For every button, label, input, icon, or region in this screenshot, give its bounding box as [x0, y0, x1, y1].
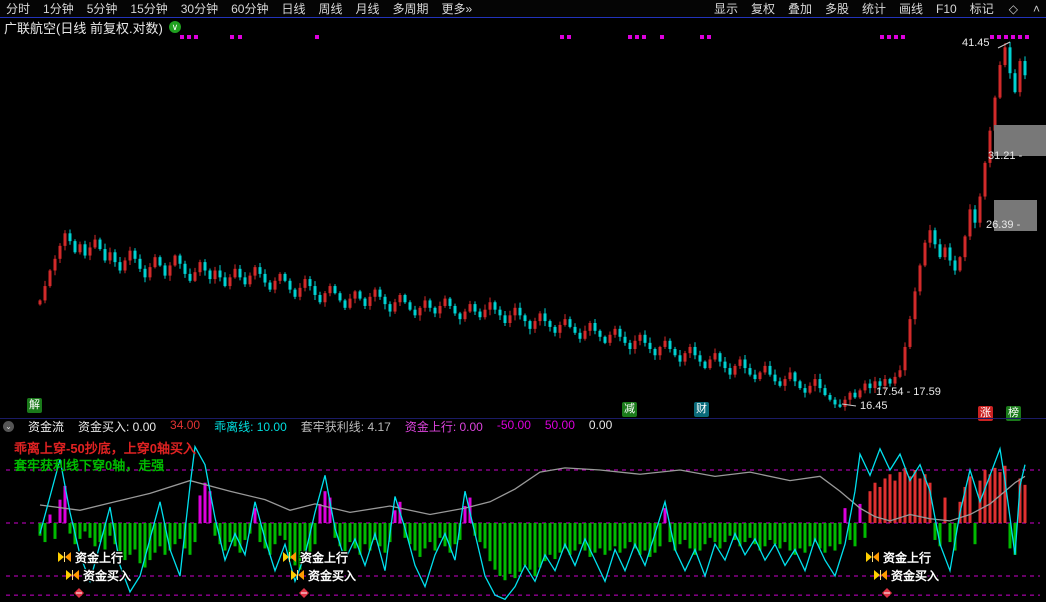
- menubar-item[interactable]: 5分钟: [87, 0, 118, 17]
- indicator-param: 资金上行: 0.00: [405, 418, 483, 435]
- price-label: 17.54 - 17.59: [876, 386, 941, 398]
- indicator-param: 资金买入: 0.00: [78, 418, 156, 435]
- butterfly-icon: [58, 552, 71, 563]
- menubar-item[interactable]: 15分钟: [130, 0, 167, 17]
- top-menubar: 分时 1分钟 5分钟 15分钟 30分钟 60分钟日线周线月线多周期更多» 显示复权叠加多…: [0, 0, 1046, 18]
- indicator-param: -50.00: [497, 418, 531, 435]
- indicator-param: 50.00: [545, 418, 575, 435]
- menubar-item[interactable]: 多股: [825, 0, 849, 17]
- gap-boxes: [994, 125, 1046, 231]
- buy-signal-marker: 资金上行资金买入: [58, 548, 218, 602]
- gift-icon: [882, 588, 892, 598]
- dropdown-icon[interactable]: ∨: [169, 21, 181, 33]
- menubar-right: 显示复权叠加多股统计画线 F10 标记 ◇ ˄: [714, 0, 1040, 17]
- indicator-annotation: 套牢获利线下穿0轴，走强: [14, 455, 164, 474]
- menubar-item[interactable]: 显示: [714, 0, 738, 17]
- indicator-header: ⌄ 资金流 资金买入: 0.00 34.00 乖离线: 10.00 套牢获利线: 4.…: [0, 418, 1046, 434]
- indicator-collapse-icon[interactable]: ⌄: [3, 421, 14, 432]
- butterfly-icon: [291, 570, 304, 581]
- stock-title: 广联航空(日线 前复权.对数): [4, 18, 163, 37]
- price-label: 26.39 -: [986, 219, 1020, 231]
- price-label: 16.45: [860, 400, 888, 412]
- menubar-item[interactable]: 叠加: [788, 0, 812, 17]
- menubar-item[interactable]: 更多»: [442, 0, 473, 17]
- indicator-param: 乖离线: 10.00: [214, 418, 287, 435]
- indicator-param: 34.00: [170, 418, 200, 435]
- menubar-item[interactable]: 60分钟: [231, 0, 268, 17]
- chevron-up-icon[interactable]: ˄: [1033, 2, 1040, 16]
- menubar-item[interactable]: 30分钟: [181, 0, 218, 17]
- butterfly-icon: [283, 552, 296, 563]
- indicator-name[interactable]: 资金流: [28, 418, 64, 435]
- trading-app-window: 分时 1分钟 5分钟 15分钟 30分钟 60分钟日线周线月线多周期更多» 显示复权叠加多…: [0, 0, 1046, 602]
- main-chart[interactable]: [0, 0, 1046, 602]
- marker-label: 资金上行: [300, 549, 348, 566]
- menubar-item[interactable]: F10: [936, 2, 957, 16]
- overlay-badge[interactable]: 解: [27, 398, 42, 413]
- menubar-left: 分时 1分钟 5分钟 15分钟 30分钟 60分钟日线周线月线多周期更多»: [6, 0, 472, 17]
- menubar-item[interactable]: 标记: [970, 0, 994, 17]
- marker-label: 资金买入: [891, 567, 939, 584]
- leader-lines: [842, 42, 1010, 406]
- price-label: 31.21 -: [988, 150, 1022, 162]
- butterfly-icon: [874, 570, 887, 581]
- overlay-badge[interactable]: 减: [622, 402, 637, 417]
- diamond-icon[interactable]: ◇: [1009, 2, 1018, 16]
- menubar-item[interactable]: 月线: [356, 0, 380, 17]
- marker-label: 资金上行: [883, 549, 931, 566]
- buy-signal-marker: 资金上行资金买入: [283, 548, 443, 602]
- marker-label: 资金买入: [83, 567, 131, 584]
- indicator-params: 资金买入: 0.00 34.00 乖离线: 10.00 套牢获利线: 4.17 资金上行…: [78, 418, 612, 435]
- menubar-item[interactable]: 日线: [281, 0, 305, 17]
- overlay-badge[interactable]: 财: [694, 402, 709, 417]
- buy-signal-marker: 资金上行资金买入: [866, 548, 1026, 602]
- indicator-gray-line: [40, 468, 1025, 521]
- indicator-param: 套牢获利线: 4.17: [301, 418, 391, 435]
- menubar-item[interactable]: 1分钟: [43, 0, 74, 17]
- marker-label: 资金买入: [308, 567, 356, 584]
- menubar-item[interactable]: 画线: [899, 0, 923, 17]
- marker-label: 资金上行: [75, 549, 123, 566]
- gift-icon: [299, 588, 309, 598]
- menubar-item[interactable]: 统计: [862, 0, 886, 17]
- stock-titlebar: 广联航空(日线 前复权.对数) ∨: [4, 19, 181, 35]
- indicator-param: 0.00: [589, 418, 612, 435]
- butterfly-icon: [66, 570, 79, 581]
- price-label: 41.45: [962, 37, 990, 49]
- signal-dots: [180, 35, 1029, 39]
- menubar-item[interactable]: 分时: [6, 0, 30, 17]
- menubar-item[interactable]: 复权: [751, 0, 775, 17]
- candlestick-series: [39, 42, 1027, 411]
- menubar-item[interactable]: 多周期: [393, 0, 429, 17]
- menubar-item[interactable]: 周线: [318, 0, 342, 17]
- butterfly-icon: [866, 552, 879, 563]
- gift-icon: [74, 588, 84, 598]
